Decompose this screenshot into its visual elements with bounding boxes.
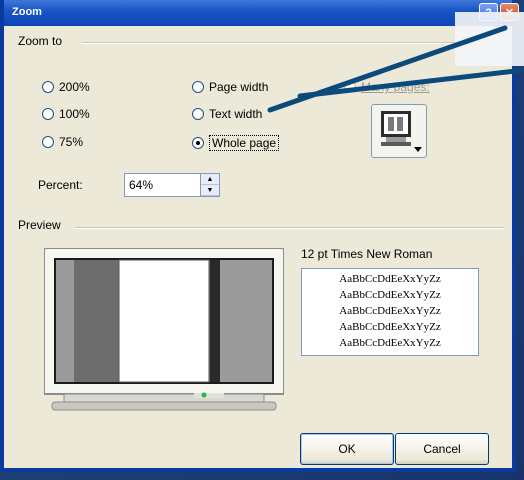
- callout-box: [455, 12, 524, 66]
- callout-line-lower: [297, 67, 524, 99]
- callout-arrow: [267, 12, 524, 113]
